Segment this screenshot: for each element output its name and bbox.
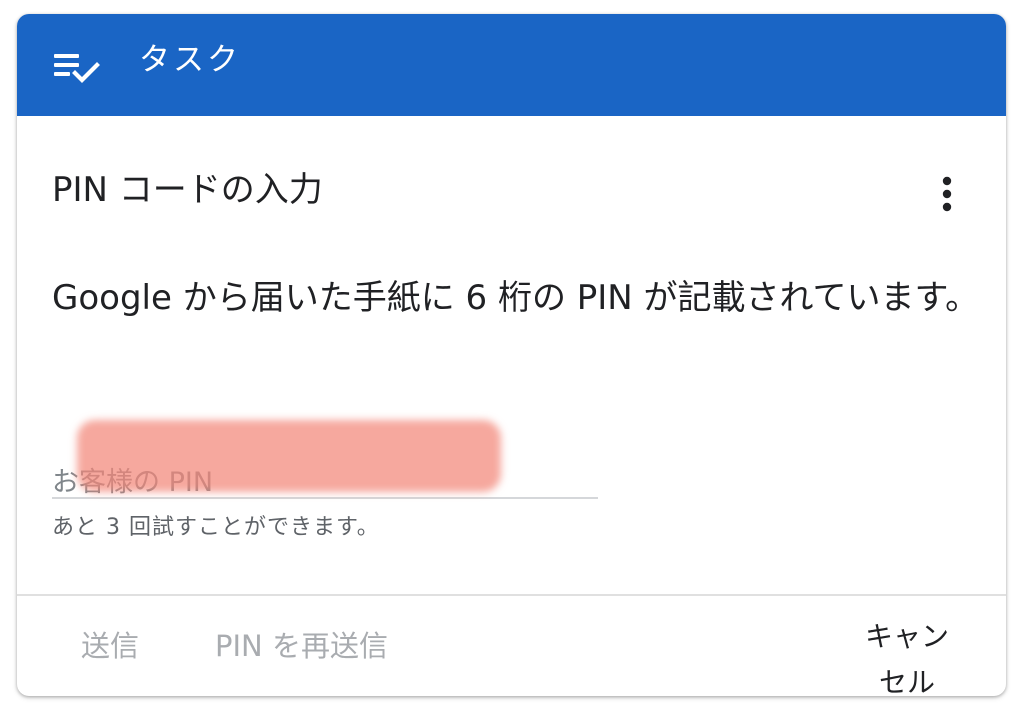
task-description: Google から届いた手紙に 6 桁の PIN が記載されています。 [52, 278, 980, 318]
cancel-button[interactable]: キャンセル [855, 614, 959, 696]
send-button[interactable]: 送信 [81, 626, 139, 666]
pin-input-underline [52, 497, 598, 499]
footer-divider [17, 594, 1006, 596]
task-checklist-icon [53, 48, 103, 88]
attempts-helper-text: あと 3 回試すことができます。 [52, 515, 380, 540]
pin-task-card: タスク PIN コードの入力 Google から届いた手紙に 6 桁の PIN … [17, 14, 1006, 696]
header-title: タスク [139, 42, 241, 78]
more-options-button[interactable] [927, 172, 967, 216]
card-header: タスク [17, 14, 1006, 116]
more-vert-icon [927, 176, 967, 220]
task-title: PIN コードの入力 [52, 170, 323, 210]
redaction-overlay [77, 420, 501, 492]
resend-pin-button[interactable]: PIN を再送信 [215, 626, 388, 666]
